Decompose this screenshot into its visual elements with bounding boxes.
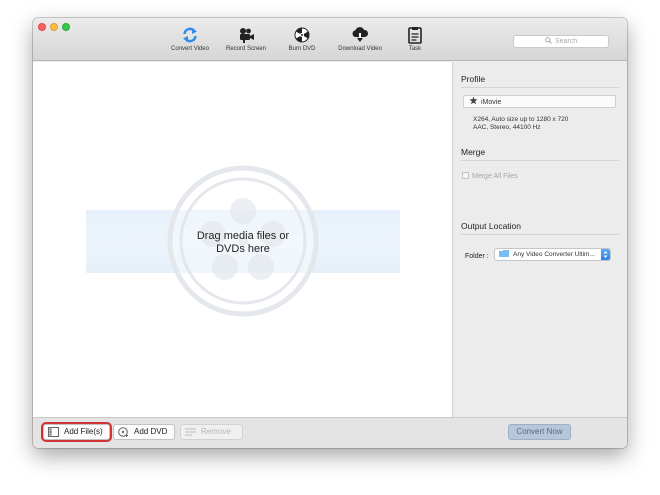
burn-dvd-icon xyxy=(294,27,310,43)
convert-now-button[interactable]: Convert Now xyxy=(508,424,571,440)
bottom-toolbar: Add File(s) Add DVD Remove Convert Now xyxy=(33,417,627,448)
profile-select-button[interactable]: iMovie xyxy=(463,95,616,108)
checkbox-box xyxy=(462,172,469,179)
burn-dvd-label: Burn DVD xyxy=(288,46,316,52)
imovie-star-icon xyxy=(469,96,478,105)
window-zoom-button[interactable] xyxy=(62,23,70,31)
divider xyxy=(461,160,619,161)
profile-audio-desc: AAC, Stereo, 44100 Hz xyxy=(473,124,541,131)
task-icon xyxy=(408,27,422,44)
add-files-button[interactable]: Add File(s) xyxy=(41,422,112,442)
drop-area[interactable]: Drag media files or DVDs here xyxy=(33,62,453,417)
profile-video-desc: X264, Auto size up to 1280 x 720 xyxy=(473,116,569,123)
burn-dvd-button[interactable]: Burn DVD xyxy=(279,26,325,52)
window-minimize-button[interactable] xyxy=(50,23,58,31)
task-label: Task xyxy=(408,46,422,52)
add-dvd-button[interactable]: Add DVD xyxy=(113,424,175,440)
drop-text-line1: Drag media files or xyxy=(196,230,290,242)
folder-value: Any Video Converter Ultim... xyxy=(513,251,595,258)
merge-title: Merge xyxy=(461,147,486,157)
convert-video-button[interactable]: Convert Video xyxy=(167,26,213,52)
record-screen-button[interactable]: Record Screen xyxy=(223,26,269,52)
profile-title: Profile xyxy=(461,74,486,84)
output-location-title: Output Location xyxy=(461,221,522,231)
remove-list-icon xyxy=(185,428,196,436)
folder-select[interactable]: Any Video Converter Ultim... xyxy=(494,248,611,261)
add-files-icon xyxy=(48,427,59,437)
window-close-button[interactable] xyxy=(38,23,46,31)
divider xyxy=(461,87,619,88)
folder-label: Folder : xyxy=(465,253,489,260)
task-button[interactable]: Task xyxy=(397,26,433,52)
add-files-label: Add File(s) xyxy=(64,427,103,436)
drop-text-line2: DVDs here xyxy=(216,243,270,255)
download-video-button[interactable]: Download Video xyxy=(333,26,387,52)
settings-sidebar: Profile iMovie X264, Auto size up to 128… xyxy=(454,62,627,417)
search-placeholder: Search xyxy=(554,38,578,45)
add-dvd-label: Add DVD xyxy=(134,427,168,436)
search-icon xyxy=(545,37,552,44)
download-video-icon xyxy=(352,27,369,42)
convert-video-icon xyxy=(183,27,197,43)
merge-all-checkbox[interactable]: Merge All Files xyxy=(462,172,518,180)
select-arrows-icon xyxy=(601,249,610,260)
remove-label: Remove xyxy=(201,427,231,436)
convert-video-label: Convert Video xyxy=(171,46,209,52)
folder-icon xyxy=(499,250,509,257)
divider xyxy=(461,234,619,235)
add-dvd-icon xyxy=(118,427,128,437)
drop-instruction: Drag media files or DVDs here xyxy=(163,230,323,256)
search-input[interactable]: Search xyxy=(513,35,609,48)
record-screen-label: Record Screen xyxy=(225,46,267,52)
download-video-label: Download Video xyxy=(338,46,382,52)
toolbar: Convert Video Record Screen Burn DVD Dow… xyxy=(33,18,627,61)
app-window: Convert Video Record Screen Burn DVD Dow… xyxy=(33,18,627,448)
profile-name: iMovie xyxy=(481,99,502,106)
record-screen-icon xyxy=(240,28,254,43)
remove-button[interactable]: Remove xyxy=(180,424,243,440)
merge-all-label: Merge All Files xyxy=(472,173,518,180)
